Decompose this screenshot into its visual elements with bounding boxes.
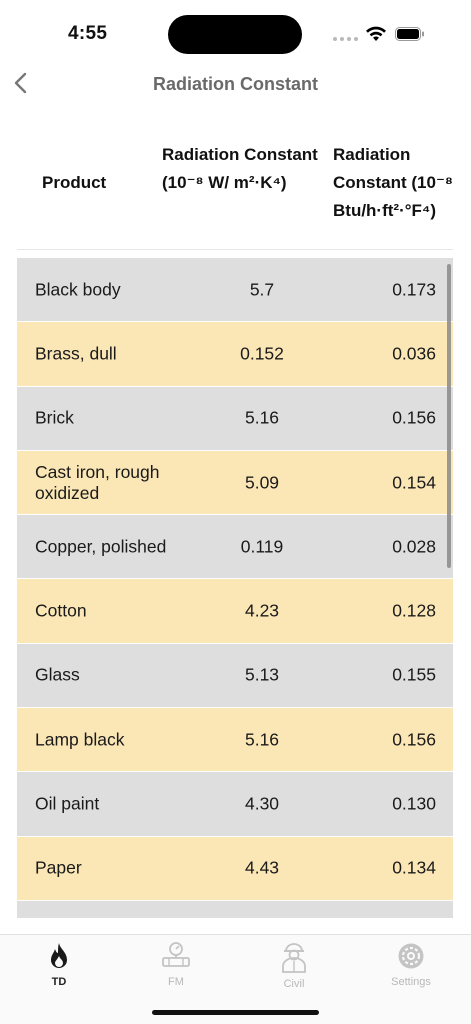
si-value: 5.7 [249,279,275,300]
table-row[interactable]: Oil paint 4.30 0.130 [17,772,453,837]
column-header-si: Radiation Constant (10⁻⁸ W/ m²·K⁴) [162,145,318,192]
table-row[interactable]: Brass, dull 0.152 0.036 [17,322,453,387]
imperial-value: 0.130 [392,793,436,814]
status-time: 4:55 [68,23,108,44]
tab-label: FM [168,976,184,988]
table-row[interactable]: Black body 5.7 0.173 [17,258,453,323]
si-value: 5.09 [244,472,280,493]
si-value: 4.43 [244,857,280,878]
gear-icon [398,943,424,969]
home-indicator [152,1010,319,1015]
wifi-icon [366,26,386,41]
product-name: Cotton [35,600,87,621]
imperial-value: 0.156 [392,407,436,428]
imperial-value: 0.134 [392,857,436,878]
si-value: 5.16 [244,729,280,750]
product-name: Copper, polished [35,536,167,557]
table-row[interactable] [17,900,453,918]
header-divider [17,249,453,250]
product-name: Oil paint [35,793,100,814]
page-title: Radiation Constant [153,74,318,94]
cellular-signal-icon [333,37,358,41]
table-row[interactable]: Lamp black 5.16 0.156 [17,708,453,773]
tab-label: TD [51,976,67,988]
imperial-value: 0.154 [392,472,436,493]
si-value: 5.13 [244,664,280,685]
dynamic-island [168,15,302,54]
flame-icon [51,943,67,968]
product-name: Paper [35,857,82,878]
table-row[interactable]: Copper, polished 0.119 0.028 [17,515,453,580]
tab-civil[interactable]: Civil [254,941,334,993]
tab-label: Settings [391,976,431,988]
si-value: 0.152 [240,343,284,364]
status-bar: 4:55 [0,0,471,70]
product-name: Glass [35,664,80,685]
table-row[interactable]: Brick 5.16 0.156 [17,386,453,451]
si-value: 5.16 [244,407,280,428]
imperial-value: 0.173 [392,279,436,300]
tab-td[interactable]: TD [19,941,99,993]
pipe-gauge-icon [162,942,190,967]
product-name: Cast iron, rough oxidized [35,461,160,503]
si-value: 0.119 [240,536,284,557]
table-row[interactable]: Paper 4.43 0.134 [17,836,453,901]
product-name: Black body [35,279,121,300]
tab-settings[interactable]: Settings [371,941,451,993]
product-name: Lamp black [35,729,125,750]
navigation-bar: Radiation Constant [0,62,471,106]
table-row[interactable]: Glass 5.13 0.155 [17,643,453,709]
tab-fm[interactable]: FM [136,941,216,993]
product-name: Brass, dull [35,343,117,364]
column-header-imperial: Radiation Constant (10⁻⁸ Btu/h·ft²·°F⁴) [333,145,453,220]
battery-icon [395,27,424,41]
tab-label: Civil [283,978,305,990]
imperial-value: 0.028 [392,536,436,557]
table-row[interactable]: Cast iron, rough oxidized 5.09 0.154 [17,450,453,516]
imperial-value: 0.155 [392,664,436,685]
radiation-table[interactable]: Black body 5.7 0.173 Brass, dull 0.152 0… [17,258,453,918]
product-name: Brick [35,407,74,428]
vertical-scrollbar[interactable] [447,264,451,568]
imperial-value: 0.128 [392,600,436,621]
si-value: 4.30 [244,793,280,814]
imperial-value: 0.036 [392,343,436,364]
table-row[interactable]: Cotton 4.23 0.128 [17,579,453,644]
column-header-product: Product [42,173,107,192]
table-header: Product Radiation Constant (10⁻⁸ W/ m²·K… [0,138,471,248]
si-value: 4.23 [244,600,280,621]
imperial-value: 0.156 [392,729,436,750]
worker-icon [282,943,306,973]
